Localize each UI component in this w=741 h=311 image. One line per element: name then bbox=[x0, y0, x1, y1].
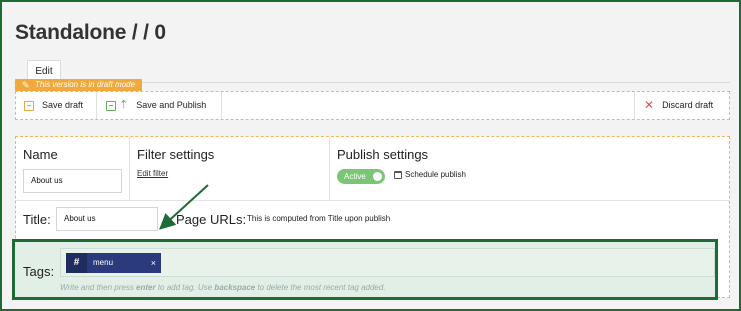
screenshot-frame: Standalone / / 0 Edit ✎ This version is … bbox=[0, 0, 741, 311]
annotation-arrow-icon bbox=[159, 184, 209, 230]
